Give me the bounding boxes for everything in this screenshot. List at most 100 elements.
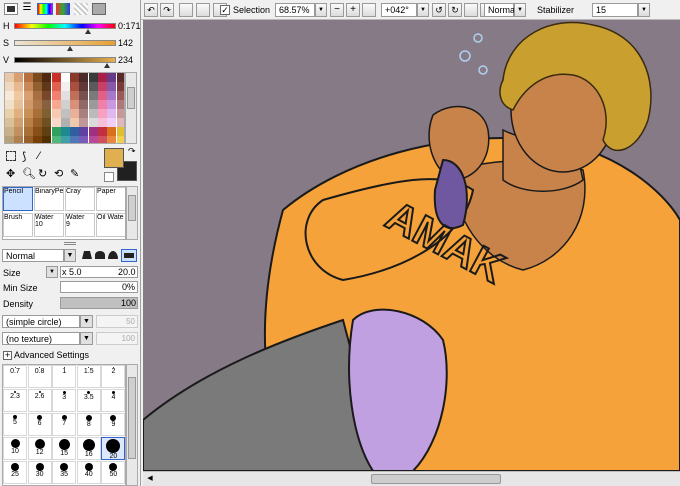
palette-swatch[interactable] xyxy=(42,109,52,118)
palette-swatch[interactable] xyxy=(88,127,98,136)
palette-swatch[interactable] xyxy=(60,127,70,136)
size-preset[interactable]: 3 xyxy=(52,389,77,412)
brush-shape-dropdown-button[interactable]: ▼ xyxy=(80,315,93,328)
panel-splitter[interactable] xyxy=(64,242,76,245)
stabilizer-field[interactable]: 15 xyxy=(592,3,638,17)
palette-swatch[interactable] xyxy=(88,82,98,91)
palette-swatch[interactable] xyxy=(70,127,80,136)
palette-swatch[interactable] xyxy=(23,91,33,100)
palette-swatch[interactable] xyxy=(88,118,98,127)
scroll-thumb[interactable] xyxy=(371,474,501,484)
palette-swatch[interactable] xyxy=(79,100,89,109)
palette-swatch[interactable] xyxy=(79,136,89,143)
palette-swatch[interactable] xyxy=(32,118,42,127)
palette-swatch[interactable] xyxy=(88,100,98,109)
size-preset[interactable]: 6 xyxy=(27,413,52,436)
zoom-icon[interactable]: 🔍︎ xyxy=(22,167,36,180)
palette-swatch[interactable] xyxy=(23,73,33,82)
palette-swatch[interactable] xyxy=(32,109,42,118)
palette-swatch[interactable] xyxy=(42,118,52,127)
palette-swatch[interactable] xyxy=(107,82,117,91)
palette-swatch[interactable] xyxy=(116,100,124,109)
toolbar-blend-mode-select[interactable]: Normal xyxy=(484,3,517,17)
brush-grid-scrollbar[interactable] xyxy=(126,186,138,240)
palette-swatch[interactable] xyxy=(107,100,117,109)
size-multiplier-dropdown[interactable]: ▼ xyxy=(46,266,58,278)
brush-shape-medium-icon[interactable] xyxy=(95,251,105,259)
size-preset[interactable]: 0.7 xyxy=(3,365,27,388)
palette-swatch[interactable] xyxy=(14,136,24,143)
texture-select[interactable]: (no texture) xyxy=(2,332,80,345)
size-preset[interactable]: 20 xyxy=(101,437,125,460)
zoom-out-button[interactable]: − xyxy=(330,3,344,17)
saturation-slider[interactable] xyxy=(14,40,116,46)
palette-swatch[interactable] xyxy=(14,127,24,136)
redo-button[interactable]: ↷ xyxy=(160,3,174,17)
scratchpad-tab-icon[interactable] xyxy=(74,3,88,15)
blend-mode-dropdown-button[interactable]: ▼ xyxy=(64,249,76,262)
palette-swatch[interactable] xyxy=(116,82,124,91)
brush-blend-mode-select[interactable]: Normal xyxy=(2,249,64,262)
palette-swatch[interactable] xyxy=(116,73,124,82)
size-preset[interactable]: 40 xyxy=(76,461,101,484)
rotate-right-button[interactable]: ↻ xyxy=(448,3,462,17)
palette-swatch[interactable] xyxy=(107,136,117,143)
size-preset[interactable]: 35 xyxy=(52,461,77,484)
palette-swatch[interactable] xyxy=(42,100,52,109)
size-preset[interactable]: 1 xyxy=(52,365,77,388)
brush-tool-6[interactable]: Water 9 xyxy=(65,213,95,237)
size-presets-scrollbar[interactable] xyxy=(126,364,138,486)
palette-swatch[interactable] xyxy=(32,73,42,82)
selection-checkbox[interactable]: ✓ xyxy=(220,5,230,15)
palette-swatch[interactable] xyxy=(14,109,24,118)
brush-shape-hard-icon[interactable] xyxy=(82,251,92,259)
palette-swatch[interactable] xyxy=(51,91,61,100)
palette-swatch[interactable] xyxy=(116,118,124,127)
palette-swatch[interactable] xyxy=(79,127,89,136)
palette-swatch[interactable] xyxy=(32,127,42,136)
palette-swatch[interactable] xyxy=(98,91,107,100)
rotate-icon[interactable]: ↻ xyxy=(38,167,47,180)
palette-swatch[interactable] xyxy=(23,109,33,118)
palette-swatch[interactable] xyxy=(14,118,24,127)
palette-swatch[interactable] xyxy=(60,100,70,109)
rotation-field[interactable]: +042° xyxy=(381,3,417,17)
palette-swatch[interactable] xyxy=(5,73,14,82)
rotate-reset-button[interactable] xyxy=(464,3,478,17)
brush-tool-7[interactable]: Oil Wate xyxy=(96,213,125,237)
brush-tool-1[interactable]: BinaryPe xyxy=(34,187,64,211)
palette-swatch[interactable] xyxy=(14,91,24,100)
palette-swatch[interactable] xyxy=(51,118,61,127)
palette-swatch[interactable] xyxy=(23,127,33,136)
palette-swatch[interactable] xyxy=(51,109,61,118)
palette-swatch[interactable] xyxy=(98,109,107,118)
palette-swatch[interactable] xyxy=(116,127,124,136)
palette-swatch[interactable] xyxy=(14,82,24,91)
palette-swatch[interactable] xyxy=(70,100,80,109)
palette-swatch[interactable] xyxy=(98,136,107,143)
brush-shape-select[interactable]: (simple circle) xyxy=(2,315,80,328)
size-preset[interactable]: 10 xyxy=(3,437,27,460)
hsv-tab-icon[interactable] xyxy=(37,3,53,15)
palette-swatch[interactable] xyxy=(42,127,52,136)
brush-tool-5[interactable]: Water 10 xyxy=(34,213,64,237)
size-preset[interactable]: 9 xyxy=(101,413,125,436)
palette-swatch[interactable] xyxy=(42,91,52,100)
palette-scrollbar[interactable] xyxy=(125,72,137,144)
palette-swatch[interactable] xyxy=(88,73,98,82)
palette-swatch[interactable] xyxy=(5,136,14,143)
saturation-slider-thumb[interactable] xyxy=(67,46,74,51)
palette-swatch[interactable] xyxy=(88,109,98,118)
size-preset[interactable]: 12 xyxy=(27,437,52,460)
size-preset[interactable]: 25 xyxy=(3,461,27,484)
texture-slider[interactable]: 100 xyxy=(96,332,138,345)
hue-slider[interactable] xyxy=(14,23,116,29)
palette-swatch[interactable] xyxy=(32,82,42,91)
palette-swatch[interactable] xyxy=(70,109,80,118)
palette-swatch[interactable] xyxy=(70,91,80,100)
brush-shape-slider[interactable]: 50 xyxy=(96,315,138,328)
stabilizer-dropdown-button[interactable]: ▼ xyxy=(638,3,650,17)
palette-swatch[interactable] xyxy=(70,82,80,91)
palette-swatch[interactable] xyxy=(5,82,14,91)
swatches-tab-icon[interactable] xyxy=(56,3,70,15)
